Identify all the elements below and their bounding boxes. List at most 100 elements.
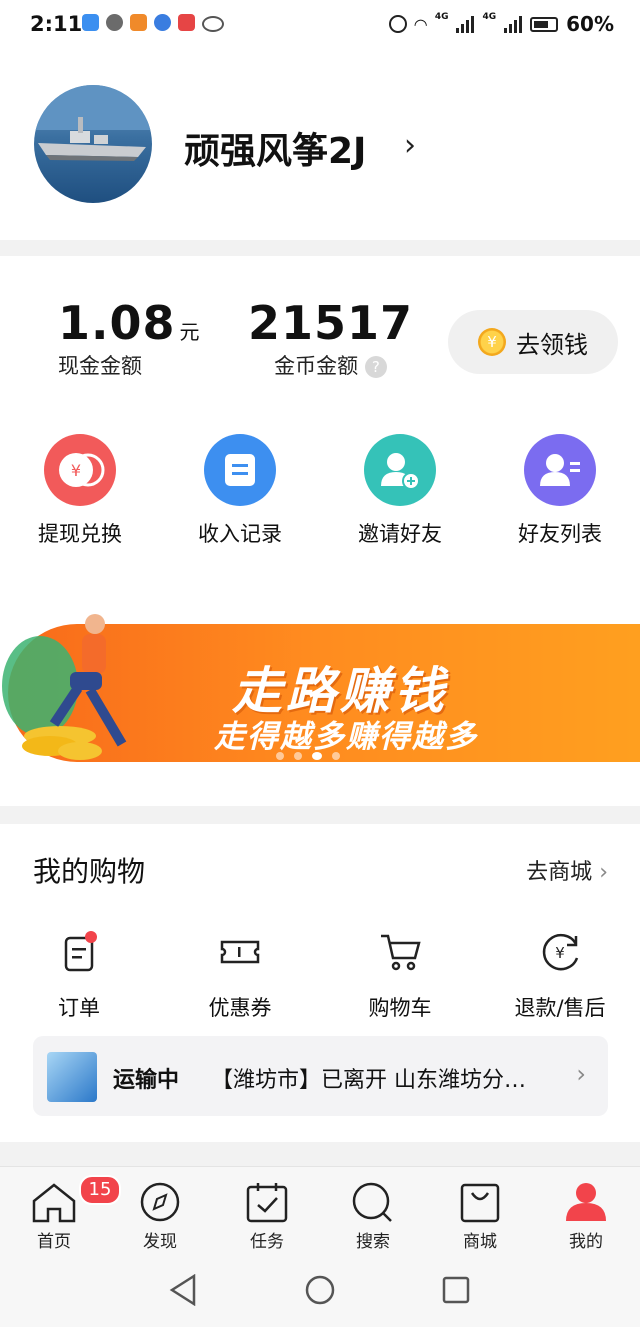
username[interactable]: 顽强风筝2J	[184, 122, 366, 174]
profile-chevron-icon[interactable]: ›	[404, 128, 416, 163]
get-money-label: 去领钱	[516, 330, 588, 359]
shipment-status: 运输中	[113, 1068, 180, 1093]
cash-stat[interactable]: 1.08 元 现金金额	[58, 296, 200, 380]
notification-icons	[82, 14, 224, 32]
search-icon	[352, 1182, 392, 1222]
browser-app-icon	[154, 14, 171, 31]
wallet-section: 1.08 元 现金金额 21517 金币金额 ? ¥ 去领钱 ¥ 提现兑换 收入记…	[0, 256, 640, 806]
quick-action-withdraw[interactable]: ¥ 提现兑换	[20, 434, 140, 548]
quick-action-income[interactable]: 收入记录	[180, 434, 300, 548]
warship-image	[34, 85, 152, 161]
tab-me[interactable]: 我的	[541, 1181, 631, 1252]
tab-home[interactable]: 15 首页	[9, 1175, 121, 1252]
signal-icon	[456, 15, 475, 33]
carousel-dot[interactable]	[332, 752, 340, 760]
coin-value: 21517	[248, 296, 414, 350]
cart-button[interactable]: 购物车	[335, 930, 465, 1022]
tab-task[interactable]: 任务	[222, 1181, 312, 1252]
invite-friend-icon	[364, 434, 436, 506]
back-icon[interactable]	[168, 1274, 198, 1306]
withdraw-icon: ¥	[44, 434, 116, 506]
cash-label: 现金金额	[58, 354, 142, 378]
home-nav-icon[interactable]	[304, 1274, 336, 1306]
quick-action-invite[interactable]: 邀请好友	[340, 434, 460, 548]
coupon-icon	[220, 940, 260, 964]
profile-header[interactable]: 顽强风筝2J ›	[0, 50, 640, 240]
cart-icon	[381, 934, 421, 971]
compass-icon	[140, 1182, 180, 1222]
runner-illustration	[2, 614, 127, 760]
tab-label: 搜索	[356, 1232, 390, 1252]
coupon-label: 优惠券	[208, 996, 272, 1020]
cloud-app-icon	[82, 14, 99, 31]
quick-action-label: 好友列表	[518, 522, 602, 546]
quick-action-friend-list[interactable]: 好友列表	[500, 434, 620, 548]
alarm-icon	[388, 15, 407, 33]
product-thumbnail	[47, 1052, 97, 1102]
chevron-right-icon: ›	[599, 860, 608, 885]
svg-text:¥: ¥	[71, 461, 81, 480]
shipment-tracking-card[interactable]: 运输中 【潍坊市】已离开 山东潍坊分… ›	[33, 1036, 608, 1116]
order-button[interactable]: 订单	[14, 930, 144, 1022]
carousel-indicator	[276, 752, 340, 760]
coin-label-row: 金币金额 ?	[248, 350, 413, 380]
quick-action-label: 邀请好友	[358, 522, 442, 546]
cart-label: 购物车	[368, 996, 432, 1020]
coin-icon: ¥	[478, 328, 506, 356]
reader-app-icon	[178, 14, 195, 31]
tab-search[interactable]: 搜索	[328, 1181, 418, 1252]
go-mall-link[interactable]: 去商城 ›	[526, 854, 608, 886]
tab-label: 我的	[569, 1232, 603, 1252]
status-bar: 2:11 ◠ 4G 4G 60%	[0, 0, 640, 50]
status-time: 2:11	[30, 12, 83, 36]
shipment-message: 【潍坊市】已离开 山东潍坊分…	[211, 1068, 526, 1093]
tab-label: 任务	[250, 1232, 284, 1252]
banner-subtitle: 走得越多赚得越多	[214, 719, 478, 755]
refund-label: 退款/售后	[514, 996, 606, 1020]
wechat-icon	[106, 14, 123, 31]
carousel-dot[interactable]	[276, 752, 284, 760]
cash-value: 1.08	[58, 296, 176, 350]
income-record-icon	[204, 434, 276, 506]
wifi-icon: ◠	[414, 14, 427, 34]
carousel-dot[interactable]	[294, 752, 302, 760]
video-app-icon	[130, 14, 147, 31]
battery-icon	[530, 16, 559, 32]
section-title: 我的购物	[33, 855, 146, 888]
eye-icon	[202, 16, 224, 32]
carousel-dot-active[interactable]	[312, 752, 322, 760]
walk-earn-banner[interactable]: 走路赚钱 走得越多赚得越多	[0, 606, 640, 776]
system-nav-bar	[0, 1254, 640, 1327]
coin-stat[interactable]: 21517 金币金额 ?	[248, 296, 413, 380]
quick-action-label: 提现兑换	[38, 522, 122, 546]
svg-text:¥: ¥	[555, 944, 565, 962]
home-icon	[32, 1183, 76, 1223]
avatar[interactable]	[34, 85, 152, 203]
quick-action-label: 收入记录	[198, 522, 282, 546]
tab-discover[interactable]: 发现	[115, 1181, 205, 1252]
chevron-right-icon: ›	[576, 1060, 586, 1088]
battery-level: 60%	[566, 12, 614, 36]
refund-icon: ¥	[542, 933, 579, 971]
friend-list-icon	[524, 434, 596, 506]
mall-bag-icon	[460, 1183, 500, 1223]
tab-mall[interactable]: 商城	[435, 1181, 525, 1252]
bottom-tab-bar: 15 首页 发现 任务 搜索 商城 我的	[0, 1166, 640, 1255]
coin-label: 金币金额	[274, 354, 359, 378]
refund-button[interactable]: ¥ 退款/售后	[495, 930, 625, 1022]
my-shopping-section: 我的购物 去商城 › 订单 优惠券 购物车 ¥ 退款/售后 运输中 【潍坊市】已…	[0, 824, 640, 1142]
task-icon	[246, 1183, 288, 1223]
tab-label: 商城	[463, 1232, 497, 1252]
order-icon	[64, 931, 97, 972]
order-label: 订单	[58, 996, 100, 1020]
coupon-button[interactable]: 优惠券	[175, 930, 305, 1022]
help-icon[interactable]: ?	[364, 356, 387, 378]
recents-icon[interactable]	[442, 1276, 470, 1304]
system-indicators: ◠ 4G 4G 60%	[388, 12, 614, 36]
tab-label: 发现	[143, 1232, 177, 1252]
user-icon	[566, 1183, 606, 1221]
tab-label: 首页	[37, 1232, 71, 1252]
get-money-button[interactable]: ¥ 去领钱	[448, 310, 618, 374]
cash-unit: 元	[179, 320, 200, 344]
signal-icon-2	[504, 15, 523, 33]
